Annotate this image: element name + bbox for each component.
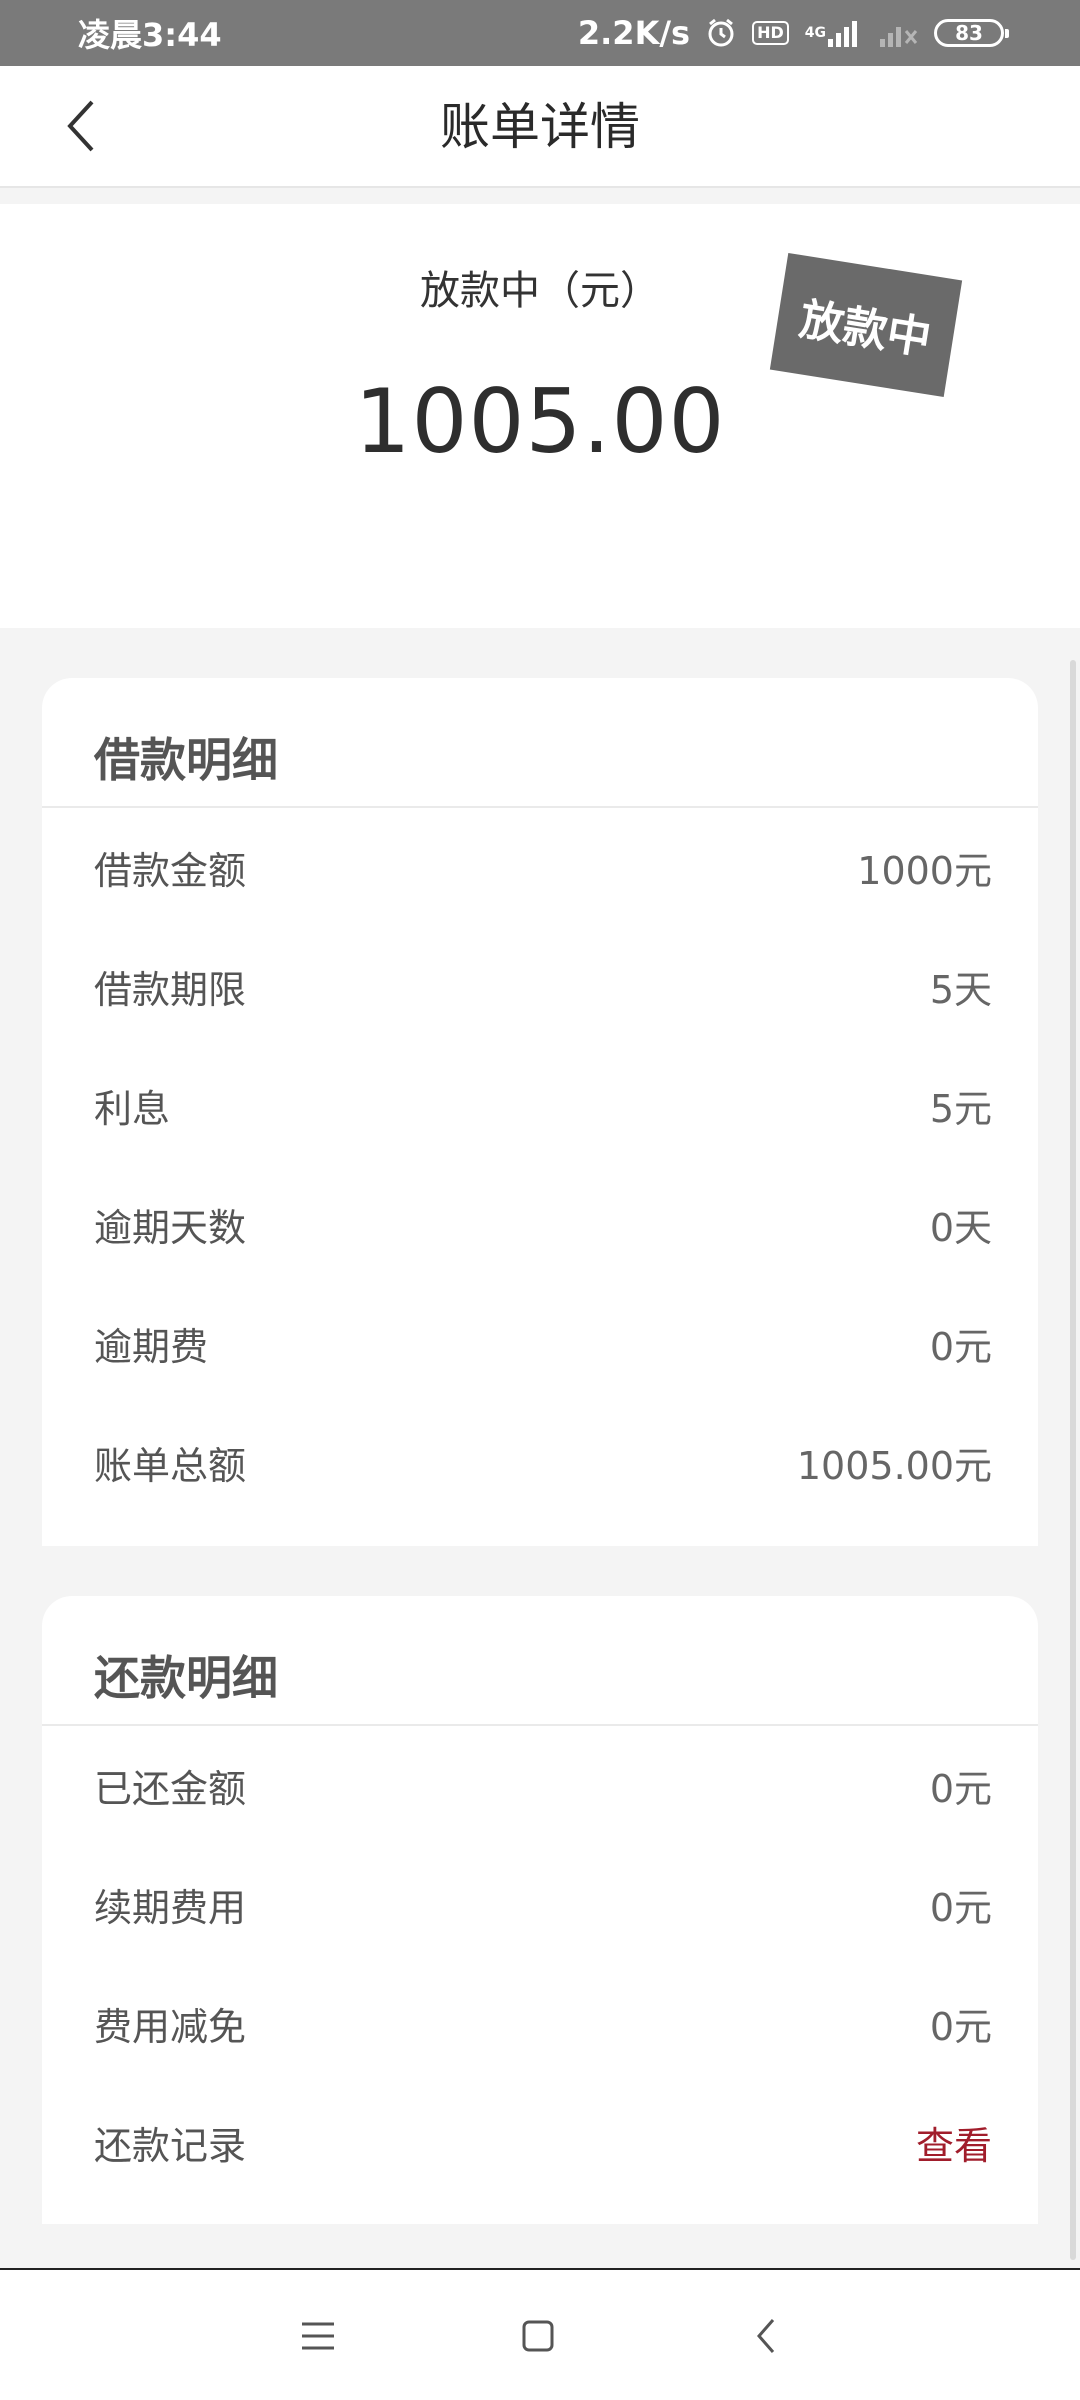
row-label: 续期费用 (94, 1886, 247, 1930)
row-value: 1000元 (857, 849, 992, 893)
network-type: 4G (804, 25, 826, 41)
row-label: 账单总额 (94, 1444, 247, 1488)
view-records-link[interactable]: 查看 (916, 2115, 992, 2170)
row-value: 0元 (929, 1767, 992, 1811)
row-value: 0元 (929, 1325, 992, 1369)
row-value: 5元 (929, 1087, 992, 1131)
row-label: 已还金额 (94, 1767, 247, 1811)
home-button[interactable] (506, 2304, 570, 2368)
menu-icon (302, 2322, 334, 2350)
row-label: 借款期限 (94, 968, 247, 1012)
loan-row-overdue-fee: 逾期费 0元 (42, 1284, 1038, 1403)
bill-summary: 放款中（元） 1005.00 放款中 (0, 204, 1080, 628)
loan-details-title: 借款明细 (94, 733, 278, 787)
repayment-details-card: 还款明细 已还金额 0元 续期费用 0元 费用减免 0元 还款记录 查看 (42, 1596, 1038, 2224)
loan-row-total: 账单总额 1005.00元 (42, 1403, 1038, 1522)
loan-details-card: 借款明细 借款金额 1000元 借款期限 5天 利息 5元 逾期天数 0天 逾期… (42, 678, 1038, 1546)
repayment-details-title: 还款明细 (94, 1651, 278, 1705)
loan-row-interest: 利息 5元 (42, 1046, 1038, 1165)
loan-row-overdue-days: 逾期天数 0天 (42, 1165, 1038, 1284)
loan-row-amount: 借款金额 1000元 (42, 808, 1038, 927)
row-label: 利息 (94, 1087, 171, 1131)
battery-level: 83 (955, 21, 983, 45)
page-title: 账单详情 (440, 98, 640, 156)
system-nav-bar (0, 2268, 1080, 2400)
repay-row-paid: 已还金额 0元 (42, 1726, 1038, 1845)
row-value: 0天 (929, 1206, 992, 1250)
repay-row-records: 还款记录 查看 (42, 2083, 1038, 2202)
loan-row-term: 借款期限 5天 (42, 927, 1038, 1046)
home-icon (522, 2320, 554, 2352)
signal-icon: 4G (805, 19, 862, 47)
alarm-icon (706, 18, 736, 48)
battery-icon: 83 (934, 19, 1009, 47)
status-time: 凌晨3:44 (78, 16, 222, 54)
row-label: 逾期费 (94, 1325, 209, 1369)
menu-button[interactable] (286, 2304, 350, 2368)
repayment-details-header: 还款明细 (42, 1596, 1038, 1726)
row-value: 5天 (929, 968, 992, 1012)
repay-row-fee-waiver: 费用减免 0元 (42, 1964, 1038, 2083)
hd-icon: HD (752, 21, 789, 45)
network-speed: 2.2K/s (577, 14, 691, 52)
row-value: 0元 (929, 2005, 992, 2049)
row-label: 逾期天数 (94, 1206, 247, 1250)
back-icon (757, 2319, 775, 2353)
row-value: 0元 (929, 1886, 992, 1930)
repay-row-renewal-fee: 续期费用 0元 (42, 1845, 1038, 1964)
app-header: 账单详情 (0, 66, 1080, 188)
row-label: 还款记录 (94, 2124, 247, 2168)
signal-empty-icon (878, 19, 918, 47)
row-label: 借款金额 (94, 849, 247, 893)
status-bar: 凌晨3:44 2.2K/s HD 4G 83 (0, 0, 1080, 66)
row-value: 1005.00元 (796, 1444, 992, 1488)
loan-details-header: 借款明细 (42, 678, 1038, 808)
row-label: 费用减免 (94, 2005, 247, 2049)
scrollbar[interactable] (1070, 660, 1076, 2260)
system-back-button[interactable] (734, 2304, 798, 2368)
status-icons: 2.2K/s HD 4G 83 (577, 14, 1009, 52)
